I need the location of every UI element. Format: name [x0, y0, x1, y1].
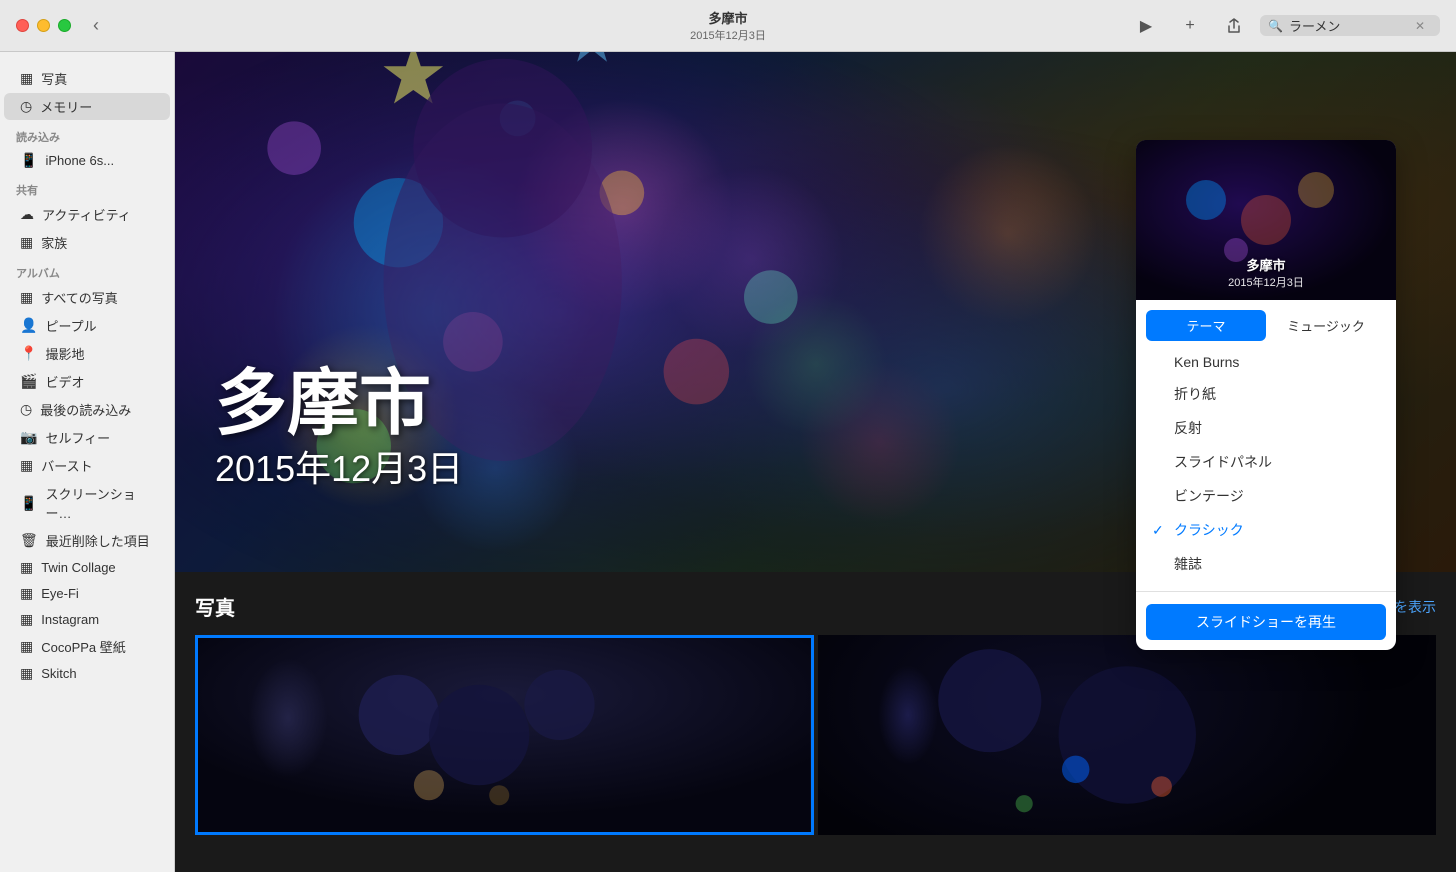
close-button[interactable]	[16, 19, 29, 32]
iphone-icon: 📱	[20, 152, 37, 169]
selfie-icon: 📷	[20, 429, 37, 446]
burst-icon: ▦	[20, 457, 33, 474]
sidebar-item-selfie[interactable]: 📷 セルフィー	[4, 424, 170, 451]
sidebar-item-family[interactable]: ▦ 家族	[4, 229, 170, 256]
photos-icon: ▦	[20, 70, 33, 87]
search-clear-icon[interactable]: ✕	[1415, 19, 1425, 33]
check-magazine	[1152, 556, 1168, 572]
minimize-button[interactable]	[37, 19, 50, 32]
search-icon: 🔍	[1268, 19, 1283, 33]
titlebar-center: 多摩市 2015年12月3日	[690, 8, 766, 43]
check-reflection	[1152, 420, 1168, 436]
search-box[interactable]: 🔍 ✕	[1260, 15, 1440, 36]
titlebar: ‹ 多摩市 2015年12月3日 ▶ + 🔍 ✕	[0, 0, 1456, 52]
check-vintage	[1152, 488, 1168, 504]
slideshow-popup: 多摩市 2015年12月3日 テーマ ミュージック Ken Burns 折り紙	[1136, 140, 1396, 650]
play-button[interactable]: ▶	[1128, 12, 1164, 40]
sidebar-item-places[interactable]: 📍 撮影地	[4, 340, 170, 367]
theme-item-vintage[interactable]: ビンテージ	[1136, 479, 1396, 513]
sidebar-item-burst[interactable]: ▦ バースト	[4, 452, 170, 479]
sidebar-item-people[interactable]: 👤 ピープル	[4, 312, 170, 339]
popup-preview-title: 多摩市	[1228, 255, 1304, 274]
popup-divider	[1136, 591, 1396, 592]
activity-icon: ☁	[20, 206, 34, 223]
places-icon: 📍	[20, 345, 37, 362]
slideshow-play-button[interactable]: スライドショーを再生	[1146, 604, 1386, 640]
video-icon: 🎬	[20, 373, 37, 390]
content-area: 多摩市 2015年12月3日 写真 すべてを表示	[175, 52, 1456, 872]
share-icon	[1226, 18, 1242, 34]
check-ken-burns	[1152, 354, 1168, 370]
theme-item-reflection[interactable]: 反射	[1136, 411, 1396, 445]
photo-image-2	[818, 635, 1437, 835]
sidebar-item-cocoppa[interactable]: ▦ CocoPPa 壁紙	[4, 633, 170, 660]
sidebar-item-recently-deleted[interactable]: 🗑 最近削除した項目	[4, 527, 170, 554]
back-button[interactable]: ‹	[87, 13, 105, 38]
sidebar-item-video[interactable]: 🎬 ビデオ	[4, 368, 170, 395]
traffic-lights	[16, 19, 71, 32]
last-import-icon: ◷	[20, 401, 32, 418]
recently-deleted-icon: 🗑	[20, 532, 38, 549]
eye-fi-icon: ▦	[20, 585, 33, 602]
photo-thumb-1[interactable]	[195, 635, 814, 835]
theme-item-slide-panel[interactable]: スライドパネル	[1136, 445, 1396, 479]
window-subtitle: 2015年12月3日	[690, 27, 766, 43]
skitch-icon: ▦	[20, 665, 33, 682]
sidebar: ▦ 写真 ◷ メモリー 読み込み 📱 iPhone 6s... 共有 ☁ アクテ…	[0, 52, 175, 872]
people-icon: 👤	[20, 317, 37, 334]
check-classic: ✓	[1152, 522, 1168, 539]
all-photos-icon: ▦	[20, 289, 33, 306]
section-label-shared: 共有	[0, 174, 174, 200]
check-slide-panel	[1152, 454, 1168, 470]
search-input[interactable]	[1289, 18, 1409, 33]
family-icon: ▦	[20, 234, 33, 251]
share-button[interactable]	[1216, 12, 1252, 40]
photo-thumb-2[interactable]	[818, 635, 1437, 835]
photos-section-title: 写真	[195, 592, 235, 621]
check-origami	[1152, 386, 1168, 402]
sidebar-item-iphone[interactable]: 📱 iPhone 6s...	[4, 148, 170, 173]
add-button[interactable]: +	[1172, 12, 1208, 40]
theme-item-ken-burns[interactable]: Ken Burns	[1136, 347, 1396, 377]
maximize-button[interactable]	[58, 19, 71, 32]
tab-music[interactable]: ミュージック	[1266, 310, 1386, 341]
sidebar-item-photos[interactable]: ▦ 写真	[4, 65, 170, 92]
theme-list: Ken Burns 折り紙 反射 スライドパネル ビンテージ	[1136, 341, 1396, 587]
screenshot-icon: 📱	[20, 495, 37, 512]
section-label-import: 読み込み	[0, 121, 174, 147]
photos-grid	[195, 635, 1436, 835]
theme-item-origami[interactable]: 折り紙	[1136, 377, 1396, 411]
sidebar-item-memories[interactable]: ◷ メモリー	[4, 93, 170, 120]
sidebar-item-all-photos[interactable]: ▦ すべての写真	[4, 284, 170, 311]
instagram-icon: ▦	[20, 611, 33, 628]
sidebar-item-instagram[interactable]: ▦ Instagram	[4, 607, 170, 632]
cocoppa-icon: ▦	[20, 638, 33, 655]
window-title: 多摩市	[690, 8, 766, 27]
sidebar-item-screenshot[interactable]: 📱 スクリーンショー…	[4, 480, 170, 526]
theme-item-magazine[interactable]: 雑誌	[1136, 547, 1396, 581]
tab-theme[interactable]: テーマ	[1146, 310, 1266, 341]
photo-image-1	[198, 638, 811, 832]
popup-tabs: テーマ ミュージック	[1136, 300, 1396, 341]
theme-item-classic[interactable]: ✓ クラシック	[1136, 513, 1396, 547]
sidebar-item-eye-fi[interactable]: ▦ Eye-Fi	[4, 581, 170, 606]
twin-collage-icon: ▦	[20, 559, 33, 576]
titlebar-right: ▶ + 🔍 ✕	[1128, 12, 1440, 40]
sidebar-item-last-import[interactable]: ◷ 最後の読み込み	[4, 396, 170, 423]
memories-icon: ◷	[20, 98, 32, 115]
sidebar-item-activity[interactable]: ☁ アクティビティ	[4, 201, 170, 228]
popup-preview-text: 多摩市 2015年12月3日	[1228, 255, 1304, 290]
app-body: ▦ 写真 ◷ メモリー 読み込み 📱 iPhone 6s... 共有 ☁ アクテ…	[0, 52, 1456, 872]
sidebar-item-skitch[interactable]: ▦ Skitch	[4, 661, 170, 686]
section-label-albums: アルバム	[0, 257, 174, 283]
sidebar-item-twin-collage[interactable]: ▦ Twin Collage	[4, 555, 170, 580]
popup-preview-date: 2015年12月3日	[1228, 274, 1304, 290]
popup-preview: 多摩市 2015年12月3日	[1136, 140, 1396, 300]
